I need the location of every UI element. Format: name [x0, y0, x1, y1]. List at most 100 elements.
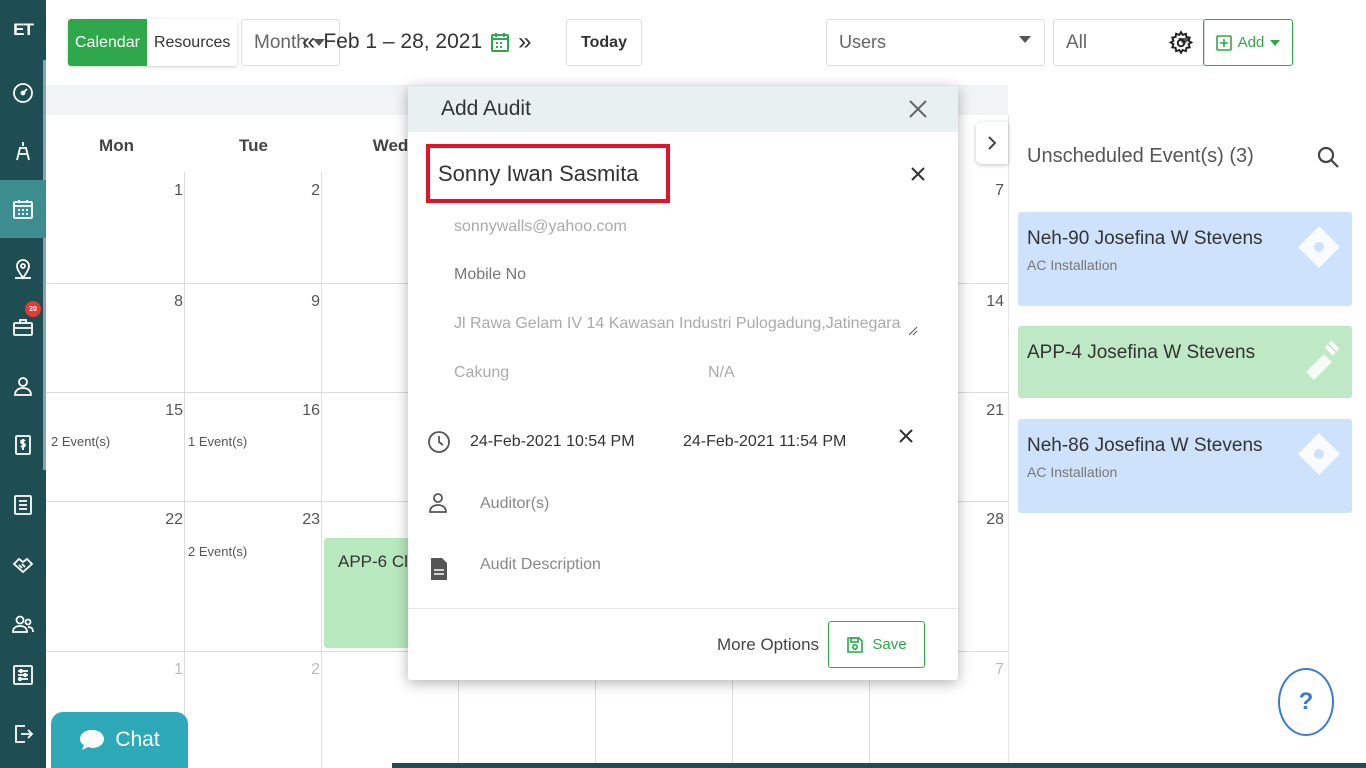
- grid-line: [321, 172, 322, 768]
- user-icon: [14, 377, 32, 396]
- caret-down-icon: [1270, 39, 1281, 46]
- day-header-mon: Mon: [99, 136, 134, 155]
- day-cell-number[interactable]: 9: [280, 293, 320, 311]
- day-cell-number[interactable]: 16: [280, 402, 320, 420]
- users-icon: [12, 615, 34, 633]
- calendar-icon: [13, 200, 33, 219]
- day-cell-number[interactable]: 14: [964, 293, 1004, 311]
- event-count-link[interactable]: 2 Event(s): [188, 544, 247, 559]
- day-cell-number[interactable]: 1: [143, 182, 183, 200]
- email-field[interactable]: sonnywalls@yahoo.com: [454, 218, 627, 236]
- range-label: Feb 1 – 28, 2021: [323, 30, 483, 53]
- tab-calendar[interactable]: Calendar: [68, 19, 147, 66]
- day-cell-number[interactable]: 2: [280, 182, 320, 200]
- day-cell-number[interactable]: 21: [964, 402, 1004, 420]
- sidebar-item-tower[interactable]: [0, 122, 46, 180]
- sidebar-item-billing[interactable]: [0, 416, 46, 474]
- sidebar-item-jobs[interactable]: 20: [0, 298, 46, 356]
- day-cell-number[interactable]: 23: [280, 511, 320, 529]
- sliders-icon: [13, 665, 33, 685]
- sidebar-item-settings[interactable]: [0, 646, 46, 704]
- clear-datetime-icon[interactable]: [898, 428, 914, 444]
- audit-description-field[interactable]: Audit Description: [480, 556, 601, 574]
- help-button[interactable]: ?: [1278, 668, 1334, 736]
- event-count-link[interactable]: 1 Event(s): [188, 434, 247, 449]
- unscheduled-event-card[interactable]: Neh-86 Josefina W Stevens AC Installatio…: [1018, 419, 1352, 513]
- filter-type-value: Users: [839, 32, 887, 52]
- filter-value: All: [1066, 31, 1088, 53]
- logout-icon: [15, 725, 34, 743]
- sidebar-item-list[interactable]: [0, 476, 46, 534]
- calendar-event-app6[interactable]: APP-6 Cla: [324, 538, 414, 648]
- sidebar-item-deals[interactable]: [0, 536, 46, 594]
- event-count-link[interactable]: 2 Event(s): [51, 434, 110, 449]
- day-cell-number[interactable]: 8: [143, 293, 183, 311]
- sidebar-item-team[interactable]: [0, 595, 46, 653]
- day-cell-number[interactable]: 15: [143, 402, 183, 420]
- bottom-bar: [392, 763, 1366, 768]
- tower-icon: [16, 142, 30, 161]
- start-datetime-field[interactable]: 24-Feb-2021 10:54 PM: [470, 433, 635, 451]
- briefcase-icon: [13, 319, 33, 336]
- day-cell-number[interactable]: 1: [143, 661, 183, 679]
- sidebar-item-user[interactable]: [0, 357, 46, 415]
- unscheduled-title: Unscheduled Event(s) (3): [1027, 145, 1254, 167]
- next-range-button[interactable]: »: [518, 28, 531, 56]
- day-cell-number[interactable]: 7: [964, 182, 1004, 200]
- floppy-icon: [847, 636, 864, 653]
- collapse-panel-button[interactable]: [976, 122, 1008, 164]
- modal-footer-divider: [408, 608, 958, 609]
- day-header-tue: Tue: [239, 136, 268, 155]
- clock-icon: [428, 431, 450, 453]
- add-audit-modal: Add Audit Sonny Iwan Sasmita sonnywalls@…: [408, 86, 958, 680]
- auditors-field[interactable]: Auditor(s): [480, 495, 549, 513]
- chevron-right-icon: [988, 136, 997, 150]
- state-field[interactable]: N/A: [708, 364, 735, 382]
- unscheduled-event-card[interactable]: APP-4 Josefina W Stevens: [1018, 326, 1352, 398]
- mobile-field[interactable]: Mobile No: [454, 266, 526, 284]
- chat-button[interactable]: Chat: [51, 712, 188, 768]
- more-options-button[interactable]: More Options: [717, 635, 819, 655]
- resize-handle-icon[interactable]: [908, 326, 918, 336]
- day-cell-number[interactable]: 22: [143, 511, 183, 529]
- save-button[interactable]: Save: [828, 621, 925, 668]
- chat-label: Chat: [115, 728, 160, 751]
- end-datetime-field[interactable]: 24-Feb-2021 11:54 PM: [683, 433, 846, 451]
- tab-resources[interactable]: Resources: [146, 19, 238, 66]
- chevron-down-icon: [1019, 36, 1031, 43]
- prev-range-button[interactable]: «: [302, 28, 315, 56]
- search-icon[interactable]: [1316, 145, 1340, 169]
- unscheduled-event-card[interactable]: Neh-90 Josefina W Stevens AC Installatio…: [1018, 212, 1352, 306]
- document-icon: [431, 558, 447, 580]
- sidebar: ET 20: [0, 0, 46, 768]
- add-button[interactable]: Add: [1203, 19, 1293, 66]
- plus-box-icon: [1215, 34, 1232, 51]
- close-icon[interactable]: [908, 99, 928, 119]
- day-cell-number[interactable]: 2: [280, 661, 320, 679]
- add-label: Add: [1237, 34, 1265, 51]
- calendar-picker-icon[interactable]: [490, 31, 510, 53]
- jobs-badge: 20: [25, 301, 41, 317]
- save-label: Save: [872, 636, 907, 653]
- app-logo[interactable]: ET: [0, 0, 46, 60]
- sidebar-item-calendar[interactable]: [0, 180, 46, 238]
- list-icon: [14, 495, 32, 515]
- address-field[interactable]: Jl Rawa Gelam IV 14 Kawasan Industri Pul…: [454, 315, 900, 333]
- filter-type-select[interactable]: Users: [826, 19, 1045, 66]
- sidebar-item-map[interactable]: [0, 240, 46, 298]
- dollar-icon: [15, 435, 31, 455]
- day-cell-number[interactable]: 7: [964, 661, 1004, 679]
- sidebar-item-dashboard[interactable]: [0, 64, 46, 122]
- date-range: « Feb 1 – 28, 2021 »: [302, 28, 532, 56]
- today-button[interactable]: Today: [566, 19, 642, 66]
- customer-name-field[interactable]: Sonny Iwan Sasmita: [426, 144, 670, 203]
- person-icon: [429, 493, 447, 513]
- clear-customer-icon[interactable]: [910, 166, 926, 182]
- period-value: Month: [254, 31, 307, 53]
- chat-bubble-icon: [80, 730, 105, 750]
- sidebar-item-logout[interactable]: [0, 705, 46, 763]
- gear-icon[interactable]: [1168, 28, 1194, 58]
- day-cell-number[interactable]: 28: [964, 511, 1004, 529]
- city-field[interactable]: Cakung: [454, 364, 509, 382]
- dashboard-icon: [13, 83, 33, 103]
